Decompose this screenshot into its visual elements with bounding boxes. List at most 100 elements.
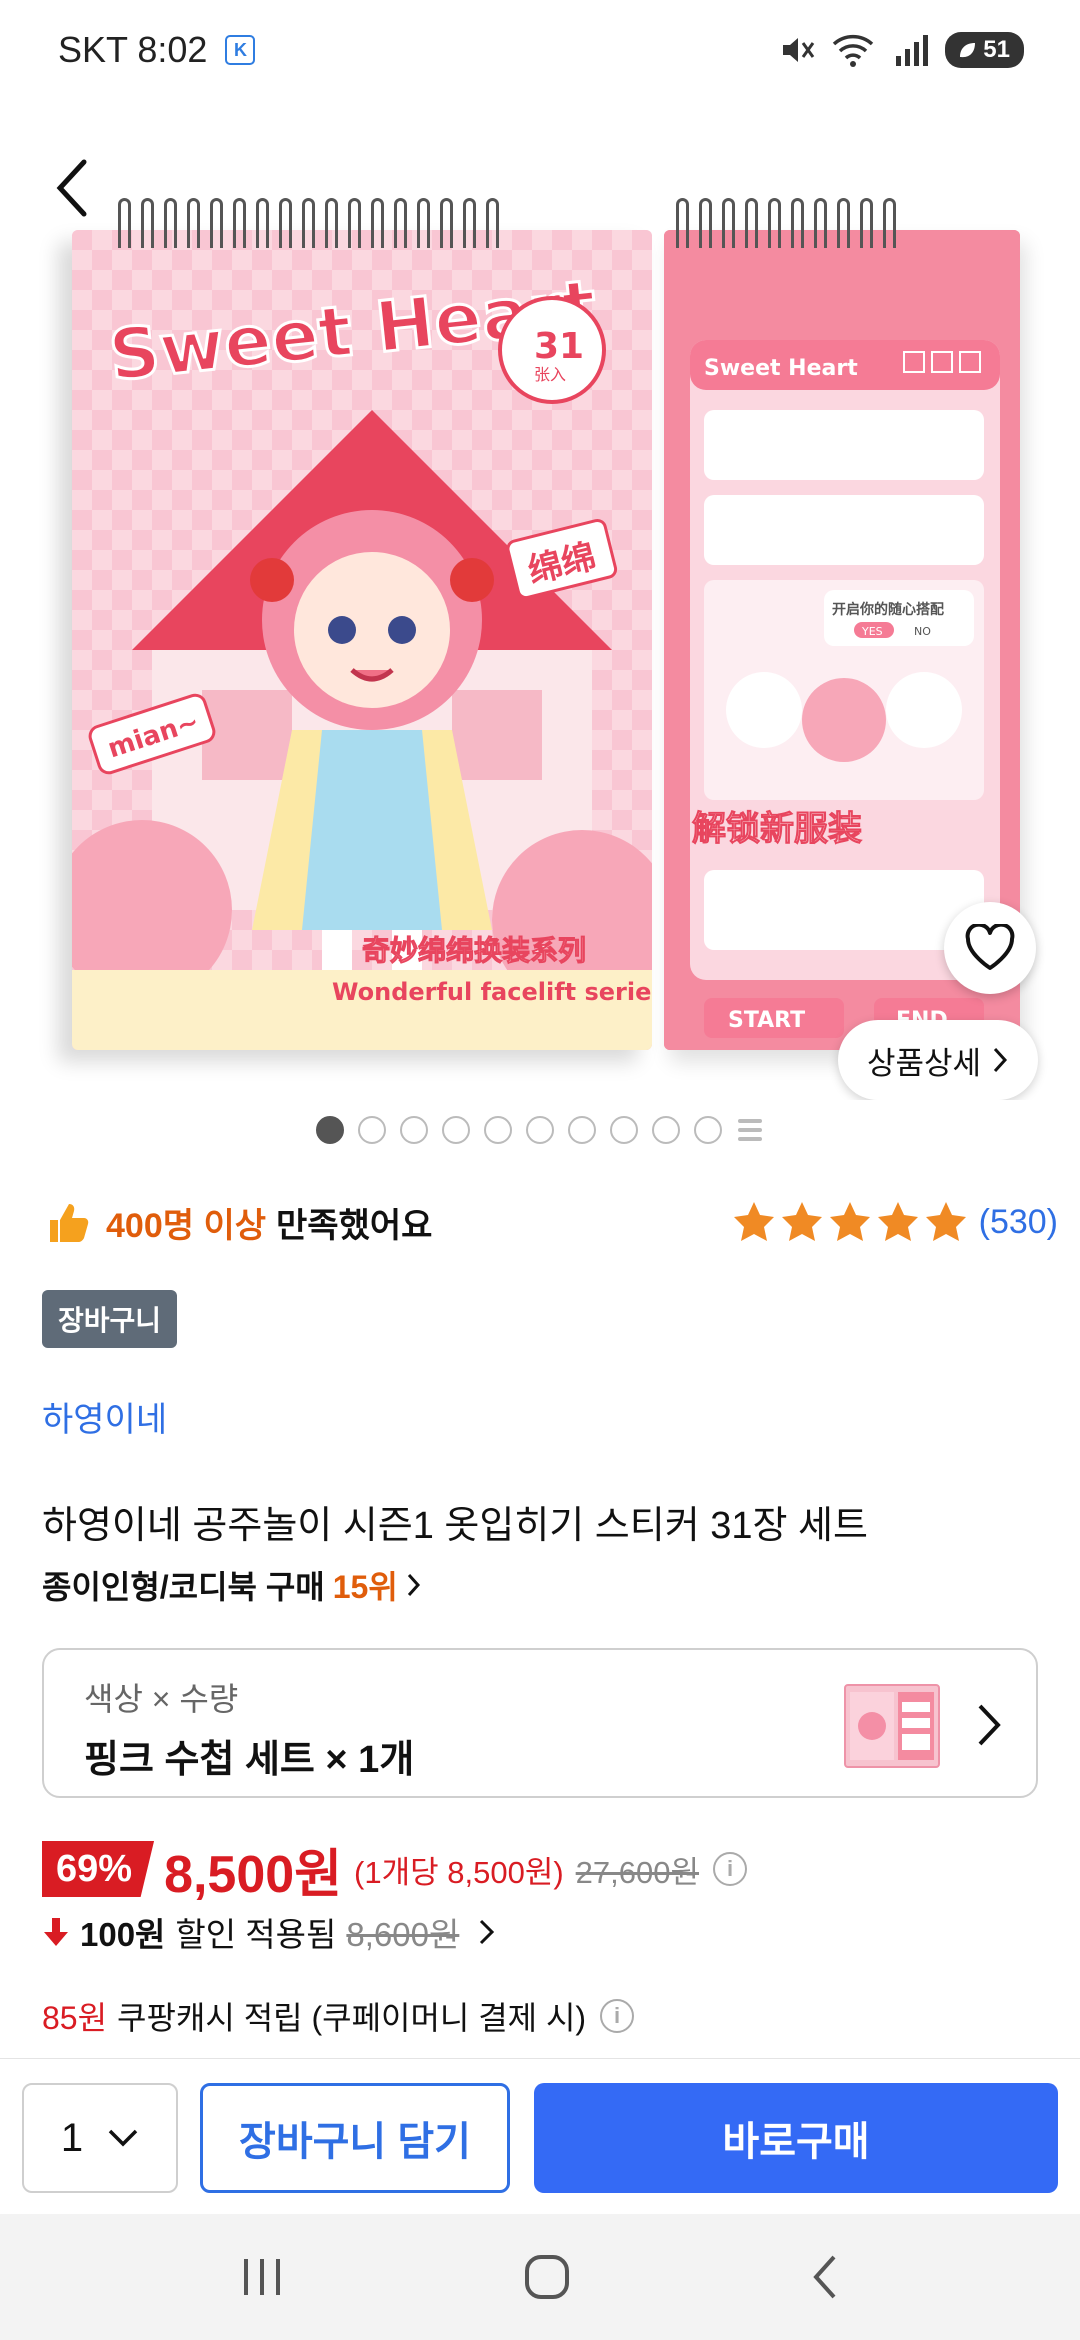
spiral-coil bbox=[814, 198, 827, 248]
page-bubble: 开启你的随心搭配 bbox=[832, 601, 944, 618]
page-title: Sweet Heart bbox=[704, 356, 858, 381]
gallery-grid-icon[interactable] bbox=[736, 1116, 764, 1144]
spiral-coil bbox=[233, 198, 246, 248]
discount-row[interactable]: 100원 할인 적용됨 8,600원 bbox=[42, 1904, 497, 1960]
discount-percent-badge: 69% bbox=[42, 1841, 155, 1897]
quantity-value: 1 bbox=[60, 2115, 84, 2160]
home-icon[interactable] bbox=[523, 2253, 571, 2301]
info-icon[interactable]: i bbox=[600, 1999, 635, 2033]
option-selector[interactable]: 색상 × 수량 핑크 수첩 세트 × 1개 bbox=[42, 1648, 1038, 1798]
spiral-coil bbox=[745, 198, 758, 248]
cash-reward-row: 85원 쿠팡캐시 적립 (쿠페이머니 결제 시) i bbox=[42, 1988, 635, 2044]
info-icon[interactable]: i bbox=[713, 1852, 748, 1886]
spiral-coil bbox=[210, 198, 223, 248]
star-icon bbox=[925, 1202, 966, 1241]
product-image-carousel[interactable]: Sweet Heart 31 张入 绵绵 mian~ 奇妙绵绵换装系列 Wond… bbox=[0, 100, 1080, 1100]
review-count-link[interactable]: (530) bbox=[979, 1203, 1058, 1242]
favorite-button[interactable] bbox=[944, 902, 1036, 994]
option-thumbnail bbox=[844, 1684, 940, 1768]
page-yes: YES bbox=[861, 625, 883, 638]
signal-icon bbox=[896, 35, 929, 66]
carousel-dot[interactable] bbox=[484, 1116, 512, 1144]
carousel-dot[interactable] bbox=[568, 1116, 596, 1144]
rank-link[interactable]: 종이인형/코디북 구매 15위 bbox=[42, 1562, 422, 1608]
spiral-coil bbox=[722, 198, 735, 248]
satisfaction-text: 만족했어요 bbox=[276, 1206, 433, 1245]
carousel-dot[interactable] bbox=[652, 1116, 680, 1144]
star-icon bbox=[829, 1202, 870, 1241]
status-right: 51 bbox=[779, 32, 1024, 68]
product-title: 하영이네 공주놀이 시즌1 옷입히기 스티커 31장 세트 bbox=[42, 1505, 868, 1547]
brand-link[interactable]: 하영이네 bbox=[42, 1392, 167, 1441]
star-icon bbox=[781, 1202, 822, 1241]
price-row: 69% 8,500원 (1개당 8,500원) 27,600원 i bbox=[42, 1836, 748, 1904]
thumbs-up-icon bbox=[50, 1204, 89, 1242]
spiral-coil bbox=[791, 198, 804, 248]
notebook-cover-art: Sweet Heart 31 张入 绵绵 mian~ 奇妙绵绵换装系列 Wond… bbox=[72, 230, 652, 1050]
carousel-dot[interactable] bbox=[400, 1116, 428, 1144]
rating-stars[interactable] bbox=[731, 1199, 969, 1245]
spiral-coil bbox=[164, 198, 177, 248]
carousel-dot[interactable] bbox=[358, 1116, 386, 1144]
cover-badge-sub: 张入 bbox=[534, 365, 566, 384]
chevron-down-icon bbox=[108, 2129, 138, 2147]
satisfaction-row: 400명 이상 만족했어요 (530) bbox=[44, 1192, 1058, 1252]
bottom-action-bar: 1 장바구니 담기 바로구매 bbox=[0, 2058, 1080, 2214]
product-detail-label: 상품상세 bbox=[866, 1045, 982, 1081]
page-unlock: 解锁新服装 bbox=[692, 809, 862, 849]
spiral-coil bbox=[699, 198, 712, 248]
mute-icon bbox=[783, 38, 815, 62]
carousel-dot[interactable] bbox=[316, 1116, 344, 1144]
status-bar: SKT 8:02 K 51 bbox=[0, 0, 1080, 100]
cart-badge: 장바구니 bbox=[42, 1290, 178, 1348]
arrow-down-icon bbox=[44, 1918, 68, 1946]
carousel-dot[interactable] bbox=[610, 1116, 638, 1144]
spiral-coil bbox=[141, 198, 154, 248]
system-nav-bar bbox=[0, 2214, 1080, 2340]
spiral-coil bbox=[463, 198, 476, 248]
spiral-coil bbox=[279, 198, 292, 248]
spiral-coil bbox=[676, 198, 689, 248]
spiral-coil bbox=[486, 198, 499, 248]
spiral-coil bbox=[187, 198, 200, 248]
spiral-coil bbox=[371, 198, 384, 248]
spiral-binding-left bbox=[118, 198, 499, 248]
spiral-coil bbox=[348, 198, 361, 248]
spiral-coil bbox=[440, 198, 453, 248]
back-arrow-icon[interactable] bbox=[50, 156, 94, 220]
cover-series: Wonderful facelift series bbox=[332, 978, 652, 1006]
discount-text: 할인 적용됨 bbox=[175, 1916, 337, 1953]
carousel-dot[interactable] bbox=[526, 1116, 554, 1144]
battery-indicator: 51 bbox=[945, 32, 1024, 68]
spiral-coil bbox=[394, 198, 407, 248]
leaf-icon bbox=[960, 43, 976, 58]
add-to-cart-button[interactable]: 장바구니 담기 bbox=[200, 2083, 510, 2193]
product-detail-button[interactable]: 상품상세 bbox=[838, 1020, 1038, 1100]
cover-subtitle: 奇妙绵绵换装系列 bbox=[362, 934, 586, 967]
carousel-dot[interactable] bbox=[694, 1116, 722, 1144]
unit-price: (1개당 8,500원) bbox=[354, 1854, 564, 1890]
spiral-coil bbox=[837, 198, 850, 248]
carousel-indicator bbox=[0, 1116, 1080, 1144]
recent-apps-icon[interactable] bbox=[240, 2257, 284, 2297]
buy-now-button[interactable]: 바로구매 bbox=[534, 2083, 1058, 2193]
star-icon bbox=[733, 1202, 774, 1241]
spiral-coil bbox=[860, 198, 873, 248]
heart-icon bbox=[965, 924, 1015, 970]
notebook-cover-image: Sweet Heart 31 张入 绵绵 mian~ 奇妙绵绵换装系列 Wond… bbox=[72, 230, 652, 1050]
spiral-coil bbox=[256, 198, 269, 248]
rank-position: 15위 bbox=[332, 1569, 398, 1605]
chevron-right-icon bbox=[978, 1704, 1001, 1746]
satisfaction-highlight: 400명 이상 bbox=[106, 1206, 267, 1245]
quantity-select[interactable]: 1 bbox=[22, 2083, 178, 2193]
carrier-time: SKT 8:02 bbox=[58, 29, 208, 70]
rank-label: 종이인형/코디북 구매 bbox=[42, 1569, 325, 1605]
carousel-dot[interactable] bbox=[442, 1116, 470, 1144]
spiral-coil bbox=[768, 198, 781, 248]
option-value: 핑크 수첩 세트 × 1개 bbox=[84, 1739, 415, 1781]
status-left: SKT 8:02 K bbox=[58, 29, 256, 71]
back-icon[interactable] bbox=[810, 2253, 840, 2301]
chevron-right-icon bbox=[407, 1573, 420, 1597]
sale-price: 8,500원 bbox=[164, 1845, 343, 1904]
cover-badge: 31 bbox=[534, 326, 584, 367]
